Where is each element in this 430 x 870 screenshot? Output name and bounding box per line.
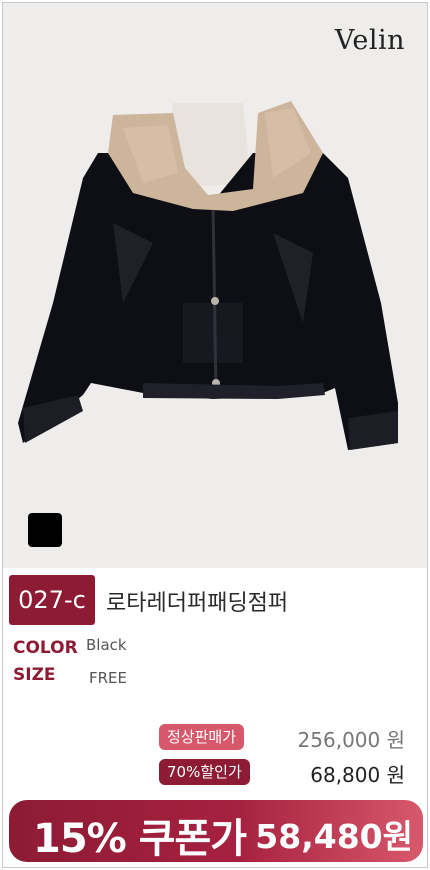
color-label: COLOR <box>13 638 78 658</box>
regular-price-label: 정상판매가 <box>159 724 245 750</box>
color-swatch-black[interactable] <box>28 513 62 547</box>
product-code-badge: 027-c <box>9 575 95 625</box>
color-value: Black <box>86 636 127 654</box>
jacket-illustration <box>18 101 398 450</box>
product-name[interactable]: 로타레더퍼패딩점퍼 <box>106 585 288 617</box>
size-value: FREE <box>89 669 128 687</box>
discount-price: 68,800 원 <box>310 763 405 787</box>
discount-price-label: 70%할인가 <box>159 759 250 785</box>
coupon-price-banner[interactable]: 15% 쿠폰가 58,480원 <box>9 800 423 862</box>
regular-price: 256,000 원 <box>297 728 405 752</box>
coupon-price: 58,480원 <box>255 817 413 856</box>
size-label: SIZE <box>13 665 56 685</box>
product-image[interactable]: Velin <box>3 3 427 568</box>
coupon-label: 15% 쿠폰가 <box>33 816 247 862</box>
product-card[interactable]: Velin 027-c 로타레더퍼패딩점퍼 COLOR Black SIZE F… <box>2 2 428 868</box>
